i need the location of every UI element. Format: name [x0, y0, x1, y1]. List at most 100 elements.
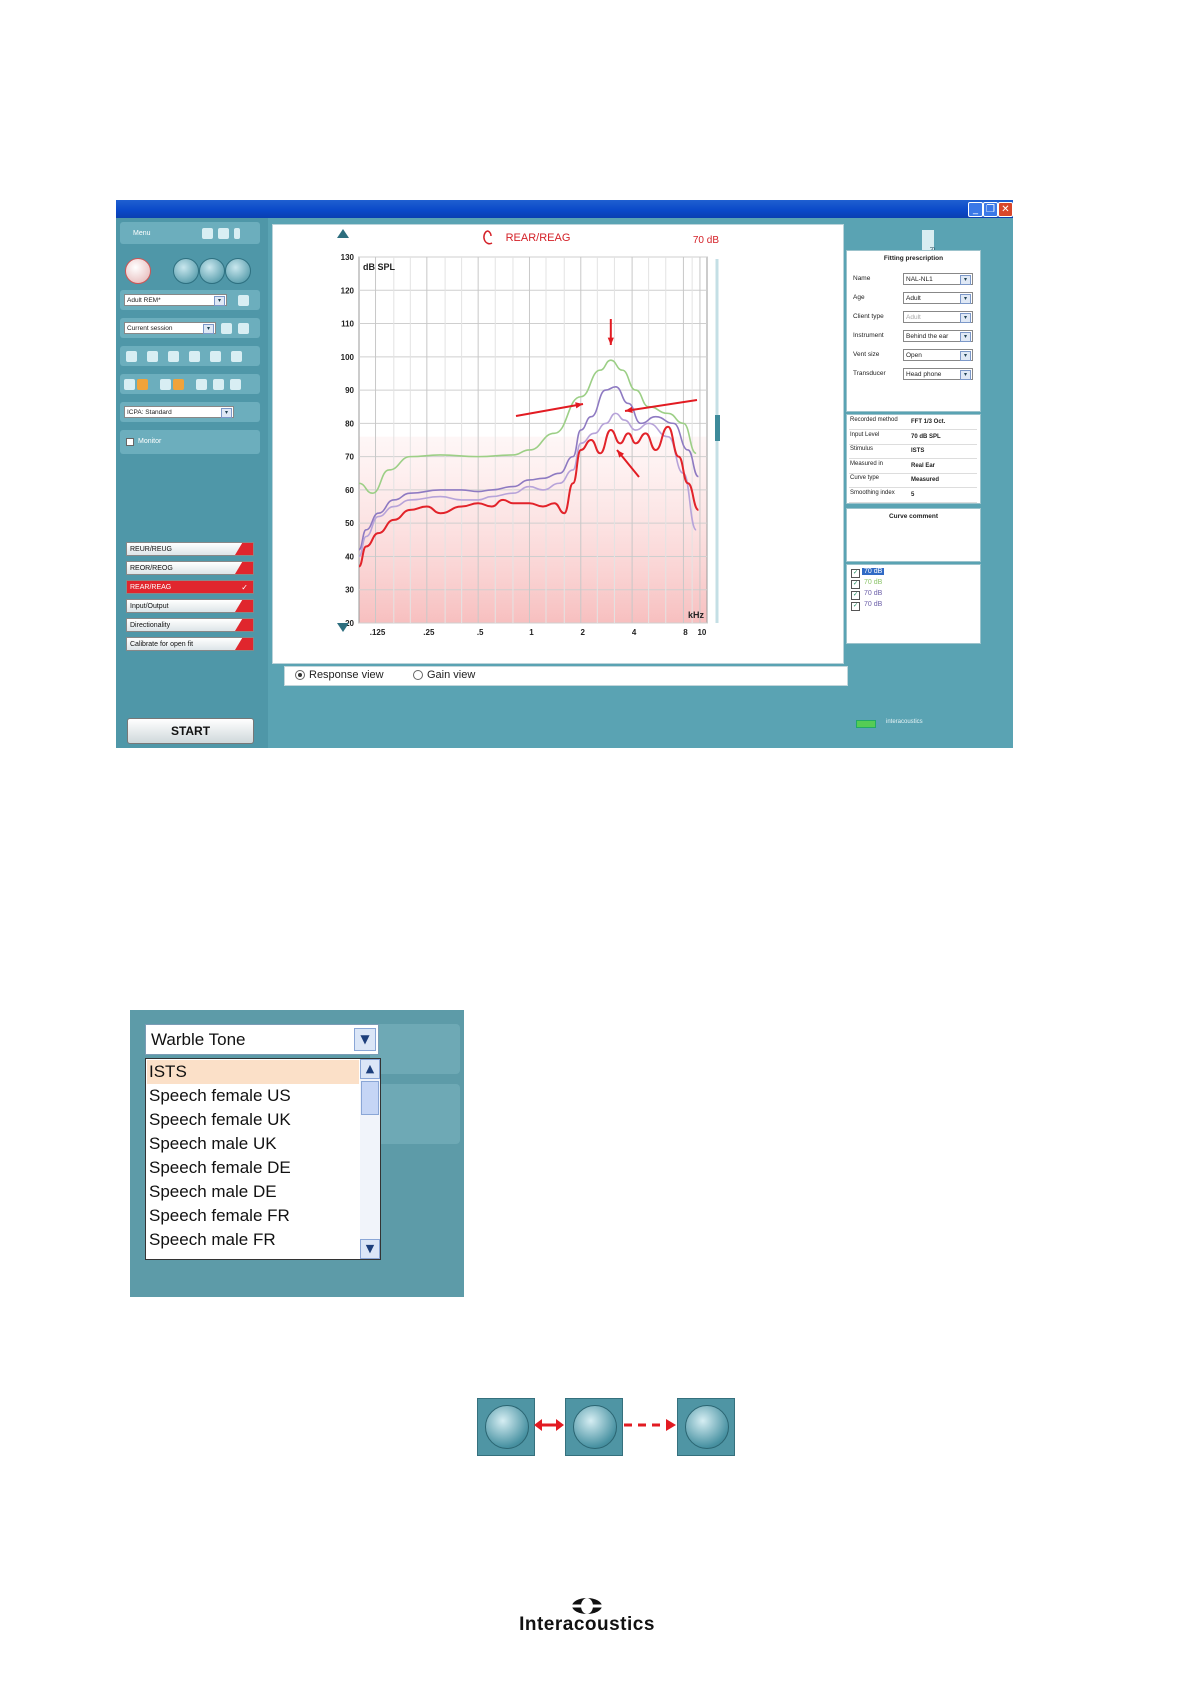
tool-icon-a[interactable]: [126, 351, 137, 362]
tool-icon-m[interactable]: [230, 379, 241, 390]
gain-view-radio[interactable]: [413, 670, 423, 681]
chevron-down-icon: ▾: [960, 370, 971, 380]
fitting-row-value: NAL-NL1: [906, 276, 933, 283]
measurement-value: ISTS: [911, 448, 925, 454]
stimulus-dropdown-screenshot: Warble Tone ▼ ISTS Speech female US Speech…: [130, 1010, 464, 1297]
dashed-arrow-icon: [624, 1419, 676, 1431]
y-tick-label: 110: [341, 320, 354, 329]
exit-icon[interactable]: [234, 228, 240, 239]
start-button[interactable]: START: [127, 718, 254, 744]
chevron-down-icon[interactable]: ▼: [354, 1028, 376, 1051]
interacoustics-logo-icon: [571, 1598, 603, 1614]
ear-select-icon[interactable]: [125, 258, 151, 284]
fitting-title: Fitting prescription: [883, 255, 944, 262]
fitting-row-select[interactable]: Behind the ear ▾: [903, 330, 973, 342]
level-label: 70 dB: [693, 235, 719, 246]
arrow-right-icon: [485, 1405, 529, 1449]
test-button-calibrate-open-fit[interactable]: Calibrate for open fit: [126, 637, 254, 651]
tool-icon-e[interactable]: [210, 351, 221, 362]
y-tick-label: 130: [341, 253, 355, 262]
monitor-checkbox[interactable]: [126, 438, 134, 446]
stimulus-option[interactable]: Speech female US: [147, 1084, 359, 1108]
test-button-directionality[interactable]: Directionality: [126, 618, 254, 632]
scroll-down-icon[interactable]: ▼: [360, 1239, 380, 1259]
save-icon[interactable]: [218, 228, 229, 239]
left-toolbar-panel: Menu Adult REM* ▾ Current session ▾ ICPA…: [116, 218, 268, 748]
fitting-row-select[interactable]: Head phone ▾: [903, 368, 973, 380]
stimulus-option[interactable]: Speech female DE: [147, 1156, 359, 1180]
fitting-row-label: Name: [853, 275, 871, 282]
tool-icon-b[interactable]: [147, 351, 158, 362]
x-axis-label: kHz: [688, 610, 705, 620]
protocol-box: Adult REM* ▾: [120, 290, 260, 310]
session-copy-icon[interactable]: [238, 323, 249, 334]
stimulus-option[interactable]: ISTS: [147, 1060, 359, 1084]
test-button-input-output[interactable]: Input/Output: [126, 599, 254, 613]
tool-icon-g[interactable]: [124, 379, 135, 390]
tool-icon-l[interactable]: [213, 379, 224, 390]
tool-icon-i[interactable]: [160, 379, 171, 390]
scroll-up-icon[interactable]: ▲: [360, 1059, 380, 1079]
annotation-arrow-right: [624, 399, 698, 412]
stimulus-option[interactable]: Speech male UK: [147, 1132, 359, 1156]
fitting-row-label: Age: [853, 294, 865, 301]
icpa-value: ICPA: Standard: [127, 409, 172, 416]
test-button-rear[interactable]: REAR/REAG ✓: [126, 580, 254, 594]
tool-icon-j[interactable]: [173, 379, 184, 390]
stimulus-option[interactable]: Speech female FR: [147, 1204, 359, 1228]
scrollbar-thumb[interactable]: [361, 1081, 379, 1115]
monitor-box: Monitor: [120, 430, 260, 454]
icpa-box: ICPA: Standard ▾: [120, 402, 260, 422]
fitting-row-select[interactable]: Open ▾: [903, 349, 973, 361]
legend-checkbox[interactable]: ✓: [851, 591, 860, 600]
legend-label: 70 dB: [864, 579, 883, 586]
legend-checkbox[interactable]: ✓: [851, 580, 860, 589]
workflow-step-2-icon[interactable]: [199, 258, 225, 284]
session-edit-icon[interactable]: [221, 323, 232, 334]
workflow-step-1-icon[interactable]: [173, 258, 199, 284]
window-title-bar: _ ❐ ✕: [116, 200, 1013, 218]
tool-icon-h[interactable]: [137, 379, 148, 390]
fitting-row-select[interactable]: Adult ▾: [903, 292, 973, 304]
stimulus-option[interactable]: Speech male FR: [147, 1228, 359, 1252]
stimulus-option[interactable]: Speech female UK: [147, 1108, 359, 1132]
gain-view-option[interactable]: Gain view: [413, 669, 475, 681]
legend-checkbox[interactable]: ✓: [851, 569, 860, 578]
list-scrollbar[interactable]: ▲ ▼: [360, 1059, 380, 1259]
settings-gear-icon[interactable]: [238, 295, 249, 306]
tool-icon-k[interactable]: [196, 379, 207, 390]
test-button-reor[interactable]: REOR/REOG: [126, 561, 254, 575]
check-icon: ✓: [241, 583, 248, 592]
icpa-select[interactable]: ICPA: Standard ▾: [124, 406, 234, 418]
session-select[interactable]: Current session ▾: [124, 322, 216, 334]
rear-chart: 1301201101009080706050403020.125.25.5 1 2 4…: [337, 229, 720, 637]
menu-label[interactable]: Menu: [133, 230, 151, 237]
stimulus-option[interactable]: Speech male DE: [147, 1180, 359, 1204]
legend-checkbox[interactable]: ✓: [851, 602, 860, 611]
battery-icon: [856, 720, 876, 728]
y-axis-label: dB SPL: [363, 262, 396, 272]
protocol-select[interactable]: Adult REM* ▾: [124, 294, 227, 306]
stimulus-options-list[interactable]: ISTS Speech female US Speech female UK Spee…: [145, 1058, 381, 1260]
minimize-button[interactable]: _: [968, 202, 983, 217]
chevron-down-icon: ▾: [960, 332, 971, 342]
response-view-option[interactable]: Response view: [295, 669, 384, 681]
response-view-radio[interactable]: [295, 670, 305, 681]
tool-icon-c[interactable]: [168, 351, 179, 362]
fitting-row-label: Transducer: [853, 370, 886, 377]
test-button-reur[interactable]: REUR/REUG: [126, 542, 254, 556]
tool-icon-d[interactable]: [189, 351, 200, 362]
fitting-row-select[interactable]: Adult ▾: [903, 311, 973, 323]
tool-icon-f[interactable]: [231, 351, 242, 362]
fitting-row-select[interactable]: NAL-NL1 ▾: [903, 273, 973, 285]
measurement-value: 5: [911, 491, 915, 498]
chevron-down-icon: ▾: [221, 408, 232, 418]
footer-logo-text: Interacoustics: [519, 1614, 655, 1635]
curve-comment-title: Curve comment: [888, 513, 939, 520]
flag-icon: [235, 562, 253, 574]
restore-button[interactable]: ❐: [983, 202, 998, 217]
workflow-step-3-icon[interactable]: [225, 258, 251, 284]
stimulus-select[interactable]: Warble Tone ▼: [145, 1024, 379, 1055]
print-icon[interactable]: [202, 228, 213, 239]
close-button[interactable]: ✕: [998, 202, 1013, 217]
